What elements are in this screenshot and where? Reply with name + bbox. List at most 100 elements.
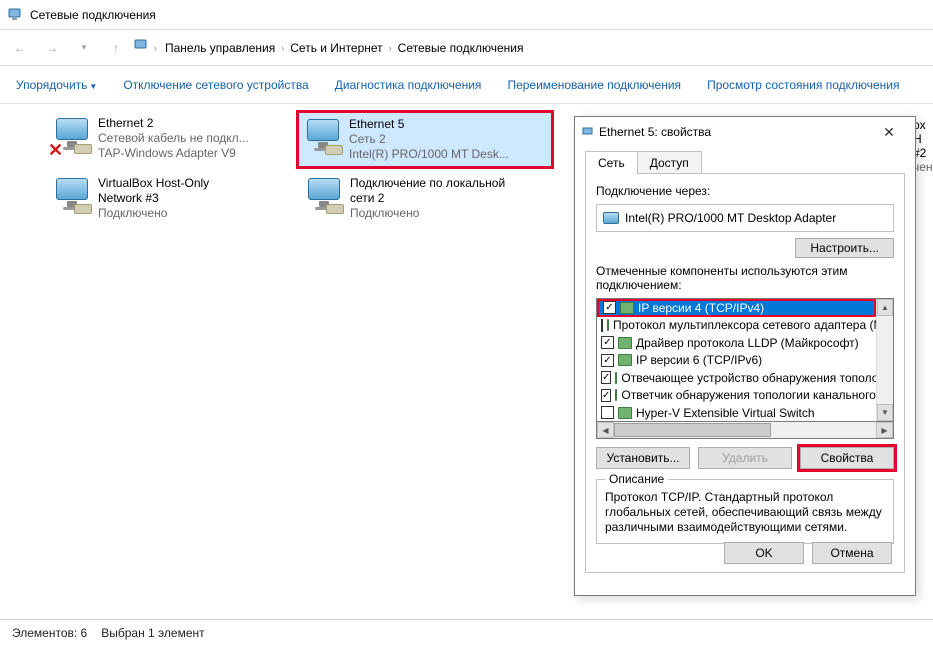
breadcrumb[interactable]: Панель управления › Сеть и Интернет › Се…	[163, 41, 525, 55]
component-checkbox[interactable]: ✓	[601, 371, 611, 384]
component-label: Драйвер протокола LLDP (Майкрософт)	[636, 336, 859, 350]
component-item[interactable]: ✓ Отвечающее устройство обнаружения топол…	[597, 369, 876, 387]
tab-access[interactable]: Доступ	[638, 151, 702, 174]
connection-item[interactable]: Подключение по локальной сети 2 Подключе…	[300, 172, 546, 225]
protocol-icon	[615, 389, 617, 401]
component-item[interactable]: ✓ Ответчик обнаружения топологии канально…	[597, 387, 876, 405]
occluded-connection-fragment: ox H #2 чен	[913, 116, 933, 152]
component-label: IP версии 6 (TCP/IPv6)	[636, 353, 762, 367]
ethernet-icon	[581, 124, 595, 141]
description-legend: Описание	[605, 472, 668, 486]
error-x-icon: ✕	[48, 144, 63, 156]
component-checkbox[interactable]	[601, 406, 614, 419]
component-label: Протокол мультиплексора сетевого адаптер…	[613, 318, 876, 332]
horizontal-scrollbar[interactable]: ◀ ▶	[596, 422, 894, 439]
component-item[interactable]: ✓ IP версии 4 (TCP/IPv4)	[597, 299, 876, 317]
crumb-network-connections[interactable]: Сетевые подключения	[396, 41, 526, 55]
component-item[interactable]: Протокол мультиплексора сетевого адаптер…	[597, 317, 876, 335]
up-button[interactable]: ↑	[102, 35, 130, 61]
protocol-icon	[620, 302, 634, 314]
connection-item[interactable]: VirtualBox Host-Only Network #3 Подключе…	[48, 172, 294, 225]
connection-status: Подключено	[350, 206, 510, 221]
component-label: Ответчик обнаружения топологии канальног…	[621, 388, 876, 402]
close-button[interactable]: ✕	[869, 124, 909, 141]
command-bar: Упорядочить▼ Отключение сетевого устройс…	[0, 66, 933, 104]
disable-device-link[interactable]: Отключение сетевого устройства	[123, 78, 308, 92]
back-button[interactable]: ←	[6, 35, 34, 61]
component-checkbox[interactable]: ✓	[601, 389, 611, 402]
description-text: Протокол TCP/IP. Стандартный протокол гл…	[605, 490, 885, 535]
protocol-icon	[607, 319, 609, 331]
rename-link[interactable]: Переименование подключения	[507, 78, 681, 92]
vertical-scrollbar[interactable]: ▲ ▼	[876, 299, 893, 421]
connection-name: Ethernet 2	[98, 116, 249, 131]
component-label: IP версии 4 (TCP/IPv4)	[638, 301, 764, 315]
organize-menu[interactable]: Упорядочить▼	[16, 78, 97, 92]
cancel-button[interactable]: Отмена	[812, 542, 892, 564]
status-selection: Выбран 1 элемент	[101, 626, 204, 640]
protocol-icon	[618, 407, 632, 419]
window-titlebar: Сетевые подключения	[0, 0, 933, 30]
forward-button[interactable]: →	[38, 35, 66, 61]
component-item[interactable]: ✓ IP версии 6 (TCP/IPv6)	[597, 352, 876, 370]
adapter-name: Intel(R) PRO/1000 MT Desktop Adapter	[625, 211, 836, 225]
network-adapter-icon	[52, 176, 92, 216]
component-label: Hyper-V Extensible Virtual Switch	[636, 406, 815, 420]
component-item[interactable]: ✓ Драйвер протокола LLDP (Майкрософт)	[597, 334, 876, 352]
crumb-network-internet[interactable]: Сеть и Интернет	[288, 41, 384, 55]
history-dropdown[interactable]: ▾	[70, 35, 98, 61]
component-item[interactable]: Hyper-V Extensible Virtual Switch	[597, 404, 876, 421]
window-title: Сетевые подключения	[30, 8, 156, 22]
protocol-icon	[615, 372, 617, 384]
connection-name: Ethernet 5	[349, 117, 509, 132]
tab-strip: Сеть Доступ	[585, 151, 905, 174]
component-checkbox[interactable]: ✓	[603, 301, 616, 314]
diagnose-link[interactable]: Диагностика подключения	[335, 78, 482, 92]
connection-name: Подключение по локальной сети 2	[350, 176, 510, 206]
components-listbox[interactable]: ✓ IP версии 4 (TCP/IPv4) Протокол мультипл…	[596, 298, 894, 422]
connection-device: Intel(R) PRO/1000 MT Desk...	[349, 147, 509, 162]
connection-item[interactable]: ✕ Ethernet 2 Сетевой кабель не подкл... …	[48, 112, 294, 165]
network-adapter-icon: ✕	[52, 116, 92, 156]
protocol-icon	[618, 337, 632, 349]
component-checkbox[interactable]: ✓	[601, 354, 614, 367]
app-icon	[8, 7, 24, 23]
connection-item-selected[interactable]: Ethernet 5 Сеть 2 Intel(R) PRO/1000 MT D…	[296, 110, 554, 169]
component-checkbox[interactable]: ✓	[601, 336, 614, 349]
configure-button[interactable]: Настроить...	[795, 238, 894, 258]
adapter-display: Intel(R) PRO/1000 MT Desktop Adapter	[596, 204, 894, 232]
breadcrumb-separator: ›	[281, 43, 284, 53]
location-icon	[134, 38, 150, 57]
connection-device: TAP-Windows Adapter V9	[98, 146, 249, 161]
view-status-link[interactable]: Просмотр состояния подключения	[707, 78, 899, 92]
install-button[interactable]: Установить...	[596, 447, 690, 469]
address-bar: ← → ▾ ↑ › Панель управления › Сеть и Инт…	[0, 30, 933, 66]
network-adapter-icon	[304, 176, 344, 216]
tab-panel-network: Подключение через: Intel(R) PRO/1000 MT …	[585, 173, 905, 573]
scroll-right-button[interactable]: ▶	[876, 422, 893, 438]
tab-network[interactable]: Сеть	[585, 151, 638, 174]
dialog-titlebar[interactable]: Ethernet 5: свойства ✕	[575, 117, 915, 147]
protocol-icon	[618, 354, 632, 366]
components-label: Отмеченные компоненты используются этим …	[596, 264, 894, 292]
crumb-control-panel[interactable]: Панель управления	[163, 41, 277, 55]
breadcrumb-separator: ›	[154, 43, 157, 53]
properties-dialog: Ethernet 5: свойства ✕ Сеть Доступ Подкл…	[574, 116, 916, 596]
connect-via-label: Подключение через:	[596, 184, 894, 198]
scroll-thumb[interactable]	[614, 423, 771, 437]
dialog-title: Ethernet 5: свойства	[599, 125, 869, 139]
ok-button[interactable]: OK	[724, 542, 804, 564]
connection-name: VirtualBox Host-Only Network #3	[98, 176, 238, 206]
connection-status: Сеть 2	[349, 132, 509, 147]
scroll-down-button[interactable]: ▼	[877, 404, 893, 421]
status-bar: Элементов: 6 Выбран 1 элемент	[0, 619, 933, 645]
status-element-count: Элементов: 6	[12, 626, 87, 640]
scroll-up-button[interactable]: ▲	[877, 299, 893, 316]
connection-status: Подключено	[98, 206, 238, 221]
adapter-icon	[603, 212, 619, 224]
component-checkbox[interactable]	[601, 319, 603, 332]
scroll-left-button[interactable]: ◀	[597, 422, 614, 438]
component-label: Отвечающее устройство обнаружения тополо…	[621, 371, 876, 385]
properties-button[interactable]: Свойства	[800, 447, 894, 469]
network-adapter-icon	[303, 117, 343, 157]
